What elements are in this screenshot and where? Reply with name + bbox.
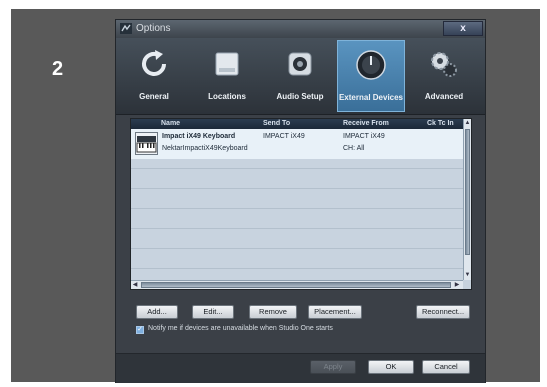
device-name: Impact iX49 Keyboard — [162, 133, 236, 140]
tab-bar: General Locations Audio Setup External D… — [116, 38, 485, 115]
device-send-to: IMPACT iX49 — [263, 133, 305, 140]
horizontal-scrollbar[interactable]: ◀ ▶ — [131, 280, 463, 289]
external-devices-icon — [356, 50, 386, 80]
close-icon: x — [460, 23, 466, 34]
tab-label: General — [139, 92, 169, 101]
general-icon — [142, 50, 166, 76]
column-header: Name Send To Receive From Ck Tc In — [131, 119, 463, 129]
tab-locations[interactable]: Locations — [193, 40, 261, 112]
tab-label: Audio Setup — [276, 92, 324, 101]
device-model: NektarImpactiX49Keyboard — [162, 145, 248, 152]
device-receive-from: IMPACT iX49 — [343, 133, 385, 140]
horizontal-scroll-thumb[interactable] — [141, 282, 451, 288]
tab-audio-setup[interactable]: Audio Setup — [266, 40, 334, 112]
audio-setup-icon — [288, 52, 312, 76]
column-receive-from[interactable]: Receive From — [343, 119, 389, 129]
device-receive-channel: CH: All — [343, 145, 365, 152]
dialog-footer: Apply OK Cancel — [116, 353, 485, 383]
add-button[interactable]: Add... — [136, 305, 178, 319]
tab-advanced[interactable]: Advanced — [410, 40, 478, 112]
device-rows: Impact iX49 Keyboard NektarImpactiX49Key… — [131, 129, 463, 280]
column-ck-tc-in[interactable]: Ck Tc In — [427, 119, 454, 129]
app-icon — [120, 23, 132, 34]
edit-button[interactable]: Edit... — [192, 305, 234, 319]
notify-label: Notify me if devices are unavailable whe… — [148, 325, 333, 332]
scroll-up-icon[interactable]: ▲ — [464, 119, 471, 127]
cancel-button[interactable]: Cancel — [422, 360, 470, 374]
reconnect-button[interactable]: Reconnect... — [416, 305, 470, 319]
column-name[interactable]: Name — [161, 119, 180, 129]
scroll-left-icon[interactable]: ◀ — [131, 281, 139, 289]
advanced-icon — [431, 52, 457, 77]
column-send-to[interactable]: Send To — [263, 119, 290, 129]
window-title: Options — [136, 23, 171, 34]
placement-button[interactable]: Placement... — [308, 305, 362, 319]
tab-label: External Devices — [338, 93, 404, 102]
notify-checkbox[interactable]: ✓ — [136, 326, 144, 334]
title-bar: Options x — [116, 20, 485, 38]
device-list: Name Send To Receive From Ck Tc In Impac… — [130, 118, 472, 290]
tab-general[interactable]: General — [120, 40, 188, 112]
scroll-right-icon[interactable]: ▶ — [453, 281, 461, 289]
step-number: 2 — [52, 58, 64, 80]
vertical-scroll-thumb[interactable] — [465, 129, 470, 255]
locations-icon — [215, 52, 239, 76]
tab-label: Locations — [208, 92, 246, 101]
device-row[interactable]: Impact iX49 Keyboard NektarImpactiX49Key… — [131, 129, 463, 159]
options-window: Options x General Locations Audio Setup … — [115, 19, 486, 383]
vertical-scrollbar[interactable]: ▲ ▼ — [463, 119, 471, 280]
tab-external-devices[interactable]: External Devices — [337, 40, 405, 112]
apply-button[interactable]: Apply — [310, 360, 356, 374]
tab-label: Advanced — [424, 92, 464, 101]
keyboard-icon — [135, 132, 158, 155]
scroll-down-icon[interactable]: ▼ — [464, 271, 471, 279]
remove-button[interactable]: Remove — [249, 305, 297, 319]
close-button[interactable]: x — [443, 21, 483, 36]
ok-button[interactable]: OK — [368, 360, 414, 374]
